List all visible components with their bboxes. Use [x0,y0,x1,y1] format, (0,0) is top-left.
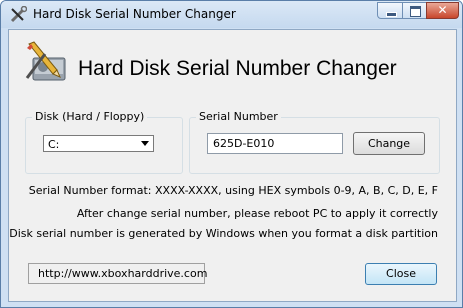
info-reboot: After change serial number, please reboo… [76,207,438,220]
dropdown-button[interactable] [138,136,153,151]
disk-pencil-icon [25,41,66,81]
window-title: Hard Disk Serial Number Changer [33,7,236,21]
close-button[interactable]: Close [365,263,437,285]
serial-group: Serial Number 625D-E010 Change [189,110,440,174]
change-button[interactable]: Change [353,132,425,155]
serial-number-value: 625D-E010 [213,137,275,150]
maximize-icon [410,6,421,17]
website-link[interactable]: http://www.xboxharddrive.com [38,267,207,280]
chevron-down-icon [141,141,149,146]
serial-number-input[interactable]: 625D-E010 [207,133,343,154]
disk-select[interactable]: C: [43,135,154,152]
wrench-screwdriver-icon [10,6,27,23]
dialog-client-area: Hard Disk Serial Number Changer Disk (Ha… [8,29,457,302]
info-format: Serial Number format: XXXX-XXXX, using H… [28,184,438,197]
maximize-button[interactable] [402,2,427,19]
app-window: Hard Disk Serial Number Changer ✕ Hard D… [0,0,463,308]
window-close-button[interactable]: ✕ [426,2,459,19]
close-icon: ✕ [437,3,448,17]
minimize-icon [386,12,397,17]
title-bar[interactable]: Hard Disk Serial Number Changer ✕ [1,1,462,28]
serial-group-label: Serial Number [196,110,281,123]
app-title: Hard Disk Serial Number Changer [78,57,397,80]
disk-group: Disk (Hard / Floppy) C: [25,110,183,174]
info-generated: Disk serial number is generated by Windo… [9,227,438,240]
disk-group-label: Disk (Hard / Floppy) [32,110,148,123]
minimize-button[interactable] [377,2,403,19]
website-link-box[interactable]: http://www.xboxharddrive.com [28,263,207,284]
disk-select-value: C: [48,138,60,151]
